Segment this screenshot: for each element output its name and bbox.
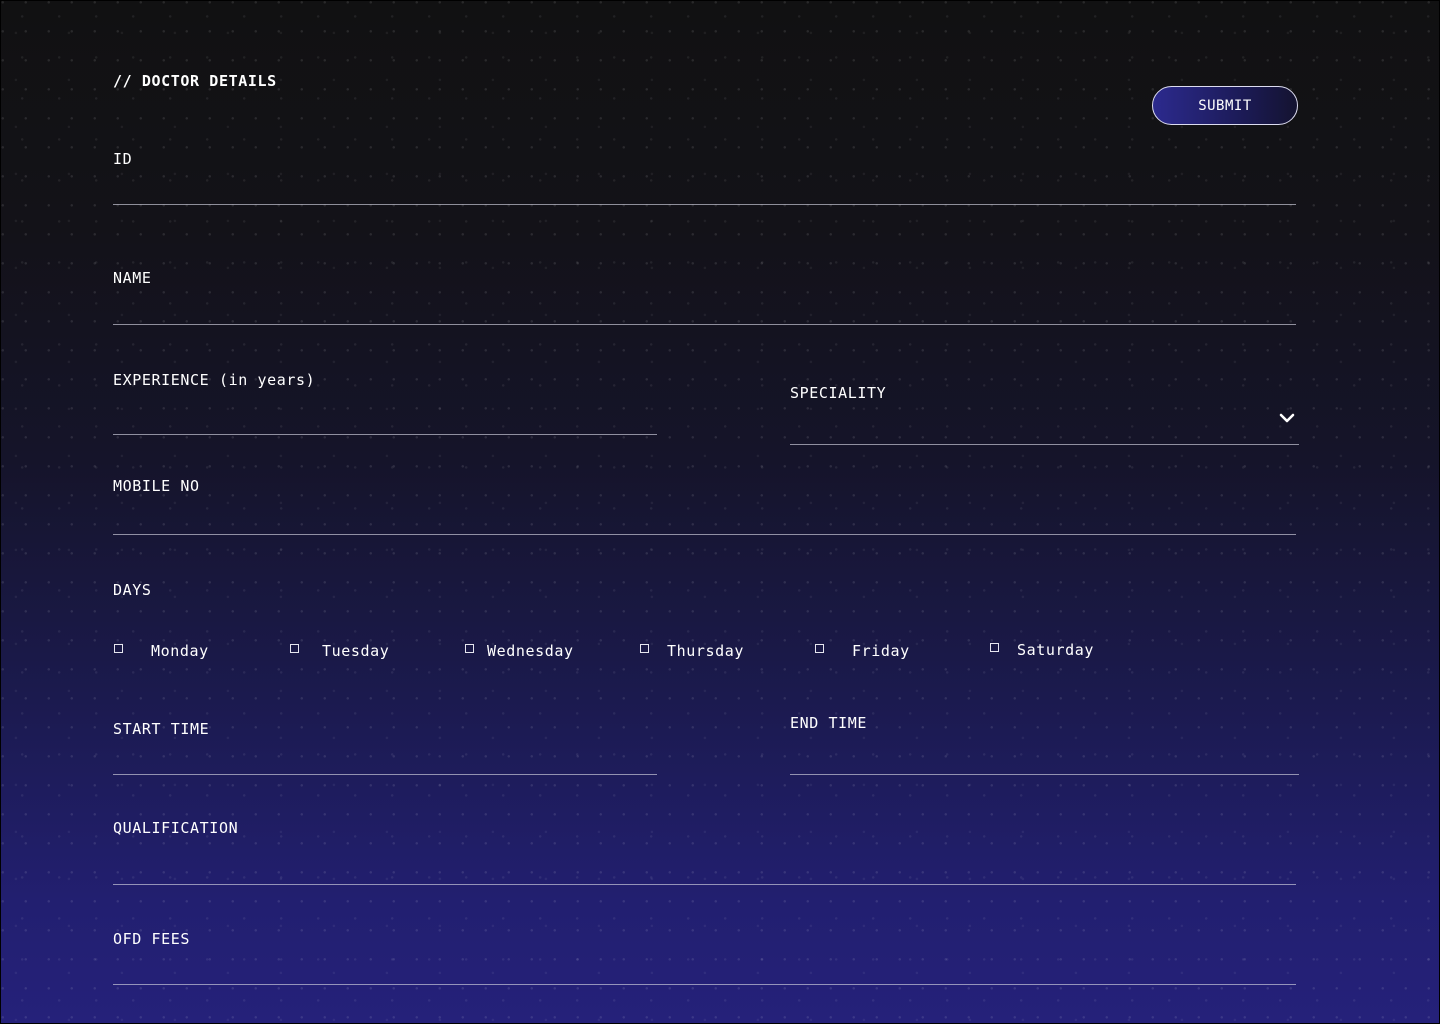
start-time-label: START TIME	[113, 720, 210, 738]
friday-label: Friday	[852, 642, 910, 660]
monday-checkbox[interactable]	[114, 644, 123, 653]
experience-underline	[113, 434, 657, 435]
mobile-label: MOBILE NO	[113, 477, 200, 495]
thursday-label: Thursday	[667, 642, 745, 660]
days-label: DAYS	[113, 581, 152, 599]
speciality-select[interactable]	[790, 404, 1299, 444]
fees-underline	[113, 984, 1296, 985]
speciality-underline	[790, 444, 1299, 445]
submit-button[interactable]: SUBMIT	[1152, 86, 1298, 125]
wednesday-label: Wednesday	[487, 642, 574, 660]
qualification-underline	[113, 884, 1296, 885]
qualification-field[interactable]	[113, 858, 1300, 884]
qualification-label: QUALIFICATION	[113, 819, 239, 837]
fees-field[interactable]	[113, 958, 1300, 984]
experience-field[interactable]	[113, 408, 661, 434]
wednesday-checkbox[interactable]	[465, 644, 474, 653]
end-time-label: END TIME	[790, 714, 868, 732]
chevron-down-icon[interactable]	[1278, 412, 1296, 426]
start-time-field[interactable]	[113, 748, 661, 774]
saturday-checkbox[interactable]	[990, 643, 999, 652]
end-time-underline	[790, 774, 1299, 775]
friday-checkbox[interactable]	[815, 644, 824, 653]
saturday-label: Saturday	[1017, 641, 1095, 659]
name-field[interactable]	[113, 298, 1300, 324]
speciality-value	[790, 418, 1260, 442]
tuesday-checkbox[interactable]	[290, 644, 299, 653]
id-underline	[113, 204, 1296, 205]
tuesday-label: Tuesday	[322, 642, 390, 660]
fees-label: OFD FEES	[113, 930, 191, 948]
name-underline	[113, 324, 1296, 325]
start-time-underline	[113, 774, 657, 775]
speciality-label: SPECIALITY	[790, 384, 887, 402]
monday-label: Monday	[151, 642, 209, 660]
id-field[interactable]	[113, 178, 1300, 204]
section-title: // DOCTOR DETAILS	[113, 72, 277, 90]
mobile-underline	[113, 534, 1296, 535]
thursday-checkbox[interactable]	[640, 644, 649, 653]
id-label: ID	[113, 150, 133, 168]
mobile-field[interactable]	[113, 508, 1300, 534]
name-label: NAME	[113, 269, 152, 287]
experience-label: EXPERIENCE (in years)	[113, 371, 316, 389]
end-time-field[interactable]	[790, 748, 1303, 774]
